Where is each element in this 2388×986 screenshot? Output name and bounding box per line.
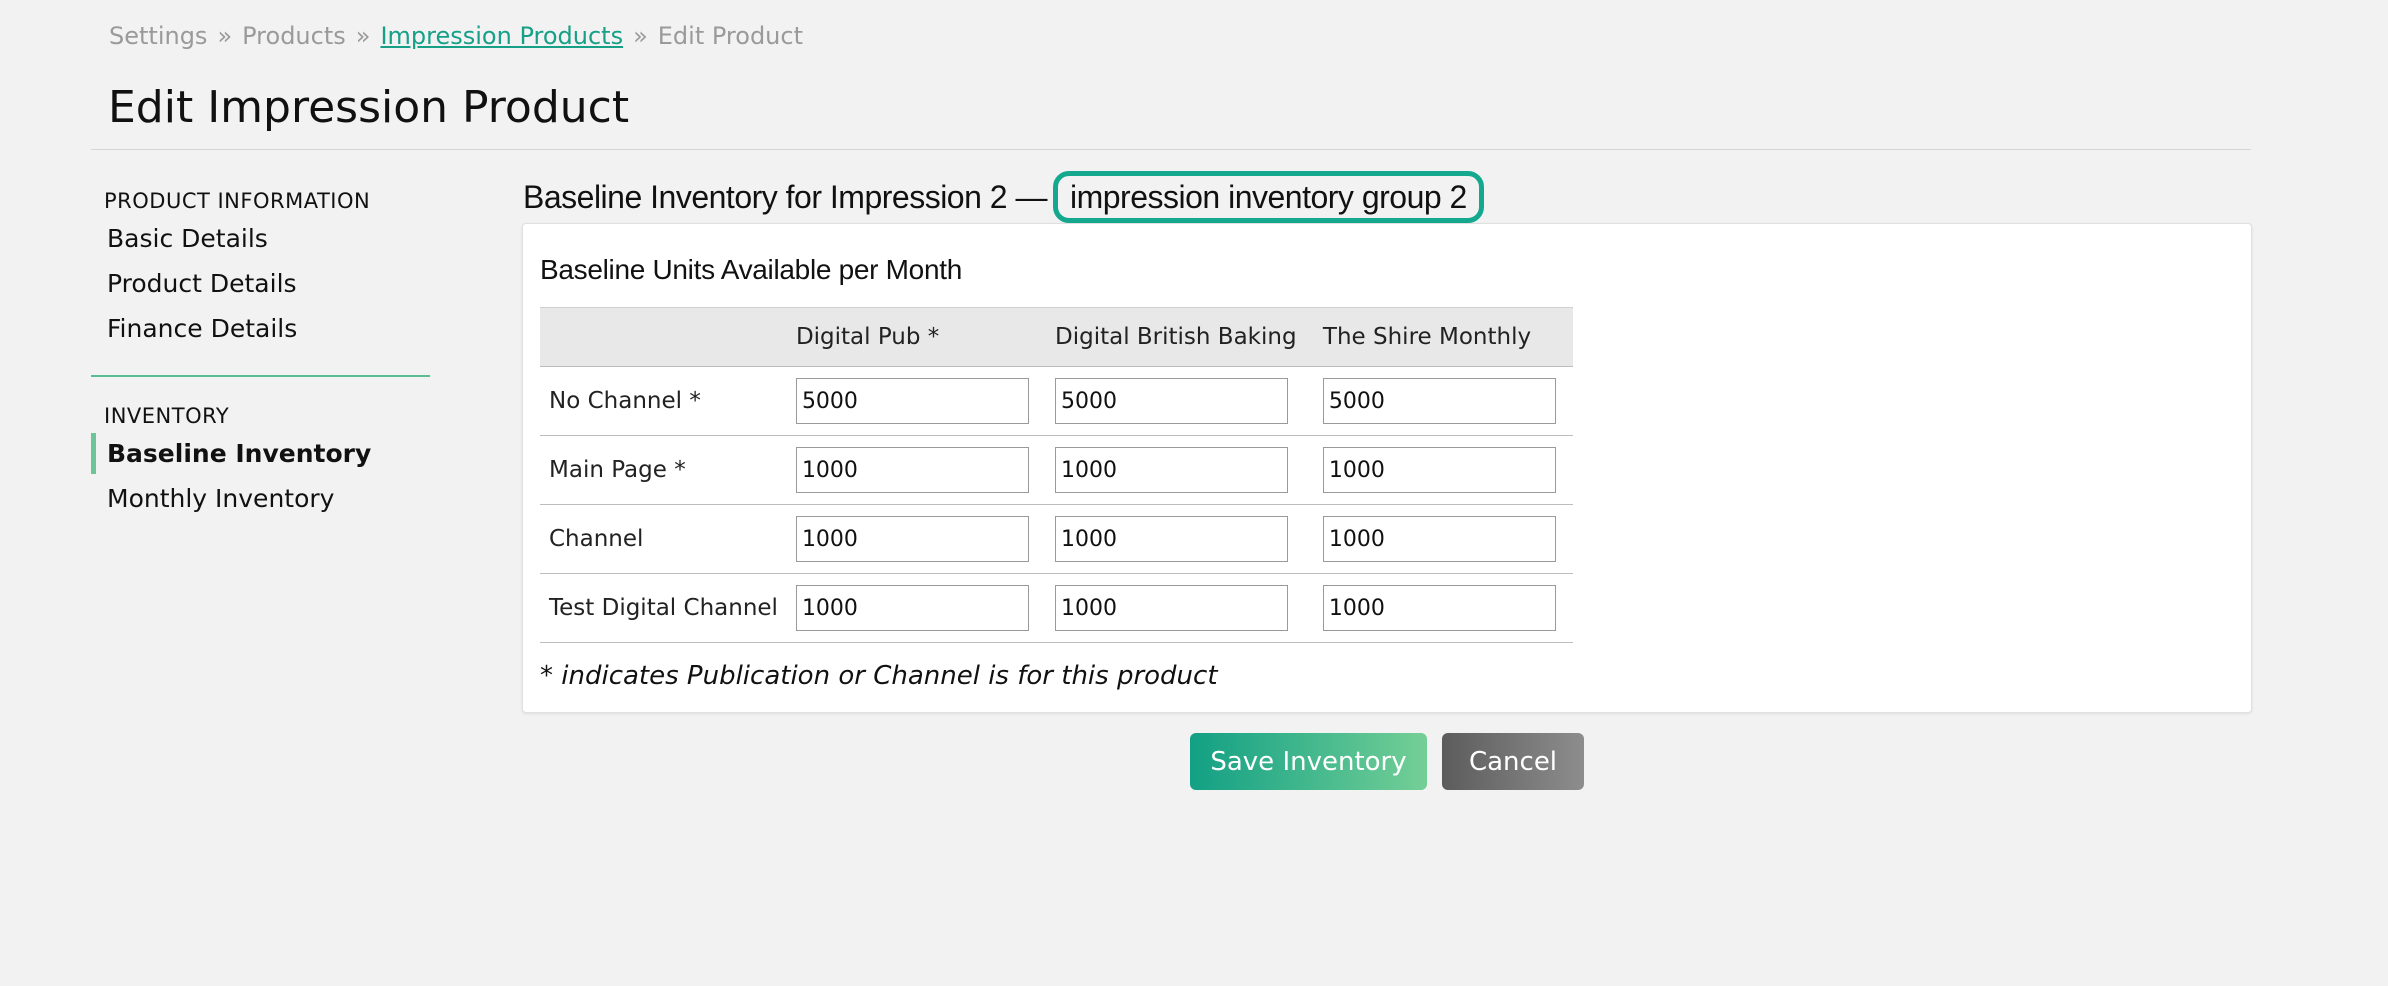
table-cell xyxy=(1313,366,1573,436)
breadcrumb-link-impression-products[interactable]: Impression Products xyxy=(380,22,623,50)
table-header-row: Digital Pub * Digital British Baking The… xyxy=(540,307,1573,367)
inventory-input-main-page-digital-pub[interactable] xyxy=(795,447,1029,493)
breadcrumb: Settings » Products » Impression Products » Ed… xyxy=(109,22,803,50)
breadcrumb-separator: » xyxy=(217,22,233,50)
sidebar-item-basic-details[interactable]: Basic Details xyxy=(91,216,430,261)
table-cell xyxy=(1313,435,1573,505)
table-cell xyxy=(786,504,1046,574)
inventory-input-no-channel-digital-british-baking[interactable] xyxy=(1055,378,1288,424)
title-divider xyxy=(91,149,2251,150)
page-title: Edit Impression Product xyxy=(108,82,630,133)
column-header-the-shire-monthly: The Shire Monthly xyxy=(1313,307,1573,367)
inventory-input-main-page-digital-british-baking[interactable] xyxy=(1055,447,1288,493)
table-row: No Channel * xyxy=(540,366,1573,436)
inventory-input-test-digital-channel-digital-british-baking[interactable] xyxy=(1055,585,1288,631)
table-cell xyxy=(1313,504,1573,574)
column-header-digital-british-baking: Digital British Baking xyxy=(1046,307,1314,367)
table-cell xyxy=(1046,573,1314,643)
table-cell xyxy=(1046,435,1314,505)
table-cell xyxy=(786,435,1046,505)
sidebar-item-product-details[interactable]: Product Details xyxy=(91,261,430,306)
inventory-table: Digital Pub * Digital British Baking The… xyxy=(540,307,1573,643)
inventory-input-channel-digital-pub[interactable] xyxy=(795,516,1029,562)
inventory-group-name: impression inventory group 2 xyxy=(1052,171,1484,223)
row-label-test-digital-channel: Test Digital Channel xyxy=(540,573,787,643)
sidebar-item-baseline-inventory[interactable]: Baseline Inventory xyxy=(91,431,430,476)
breadcrumb-item-edit-product: Edit Product xyxy=(657,22,803,50)
save-inventory-button[interactable]: Save Inventory xyxy=(1190,733,1427,790)
row-label-main-page: Main Page * xyxy=(540,435,787,505)
baseline-inventory-panel: Baseline Units Available per Month Digit… xyxy=(522,223,2252,713)
sidebar-heading-inventory: INVENTORY xyxy=(104,404,230,428)
table-cell xyxy=(1313,573,1573,643)
column-header-row-label xyxy=(540,307,787,367)
section-heading-prefix: Baseline Inventory for Impression 2 — xyxy=(523,178,1047,215)
table-row: Main Page * xyxy=(540,435,1573,505)
sidebar-heading-product-information: PRODUCT INFORMATION xyxy=(104,189,371,213)
sidebar-item-finance-details[interactable]: Finance Details xyxy=(91,306,430,351)
row-label-no-channel: No Channel * xyxy=(540,366,787,436)
inventory-input-channel-digital-british-baking[interactable] xyxy=(1055,516,1288,562)
table-cell xyxy=(786,573,1046,643)
column-header-digital-pub: Digital Pub * xyxy=(786,307,1046,367)
section-heading: Baseline Inventory for Impression 2 — im… xyxy=(523,171,1484,223)
inventory-input-no-channel-the-shire-monthly[interactable] xyxy=(1322,378,1556,424)
table-cell xyxy=(786,366,1046,436)
sidebar-nav: PRODUCT INFORMATION Basic Details Produc… xyxy=(91,186,430,521)
table-cell xyxy=(1046,366,1314,436)
row-label-channel: Channel xyxy=(540,504,787,574)
inventory-input-main-page-the-shire-monthly[interactable] xyxy=(1322,447,1556,493)
table-cell xyxy=(1046,504,1314,574)
breadcrumb-item-products[interactable]: Products xyxy=(242,22,346,50)
cancel-button[interactable]: Cancel xyxy=(1442,733,1584,790)
table-row: Channel xyxy=(540,504,1573,574)
panel-title: Baseline Units Available per Month xyxy=(540,254,962,285)
sidebar-item-monthly-inventory[interactable]: Monthly Inventory xyxy=(91,476,430,521)
sidebar-divider xyxy=(91,375,430,377)
breadcrumb-item-settings[interactable]: Settings xyxy=(109,22,207,50)
breadcrumb-separator: » xyxy=(633,22,648,50)
inventory-input-test-digital-channel-the-shire-monthly[interactable] xyxy=(1322,585,1556,631)
page: Settings » Products » Impression Products » Ed… xyxy=(0,0,2388,986)
breadcrumb-separator: » xyxy=(355,22,371,50)
inventory-input-channel-the-shire-monthly[interactable] xyxy=(1322,516,1556,562)
inventory-input-no-channel-digital-pub[interactable] xyxy=(795,378,1029,424)
inventory-input-test-digital-channel-digital-pub[interactable] xyxy=(795,585,1029,631)
required-footnote: * indicates Publication or Channel is fo… xyxy=(540,661,1218,691)
table-row: Test Digital Channel xyxy=(540,573,1573,643)
